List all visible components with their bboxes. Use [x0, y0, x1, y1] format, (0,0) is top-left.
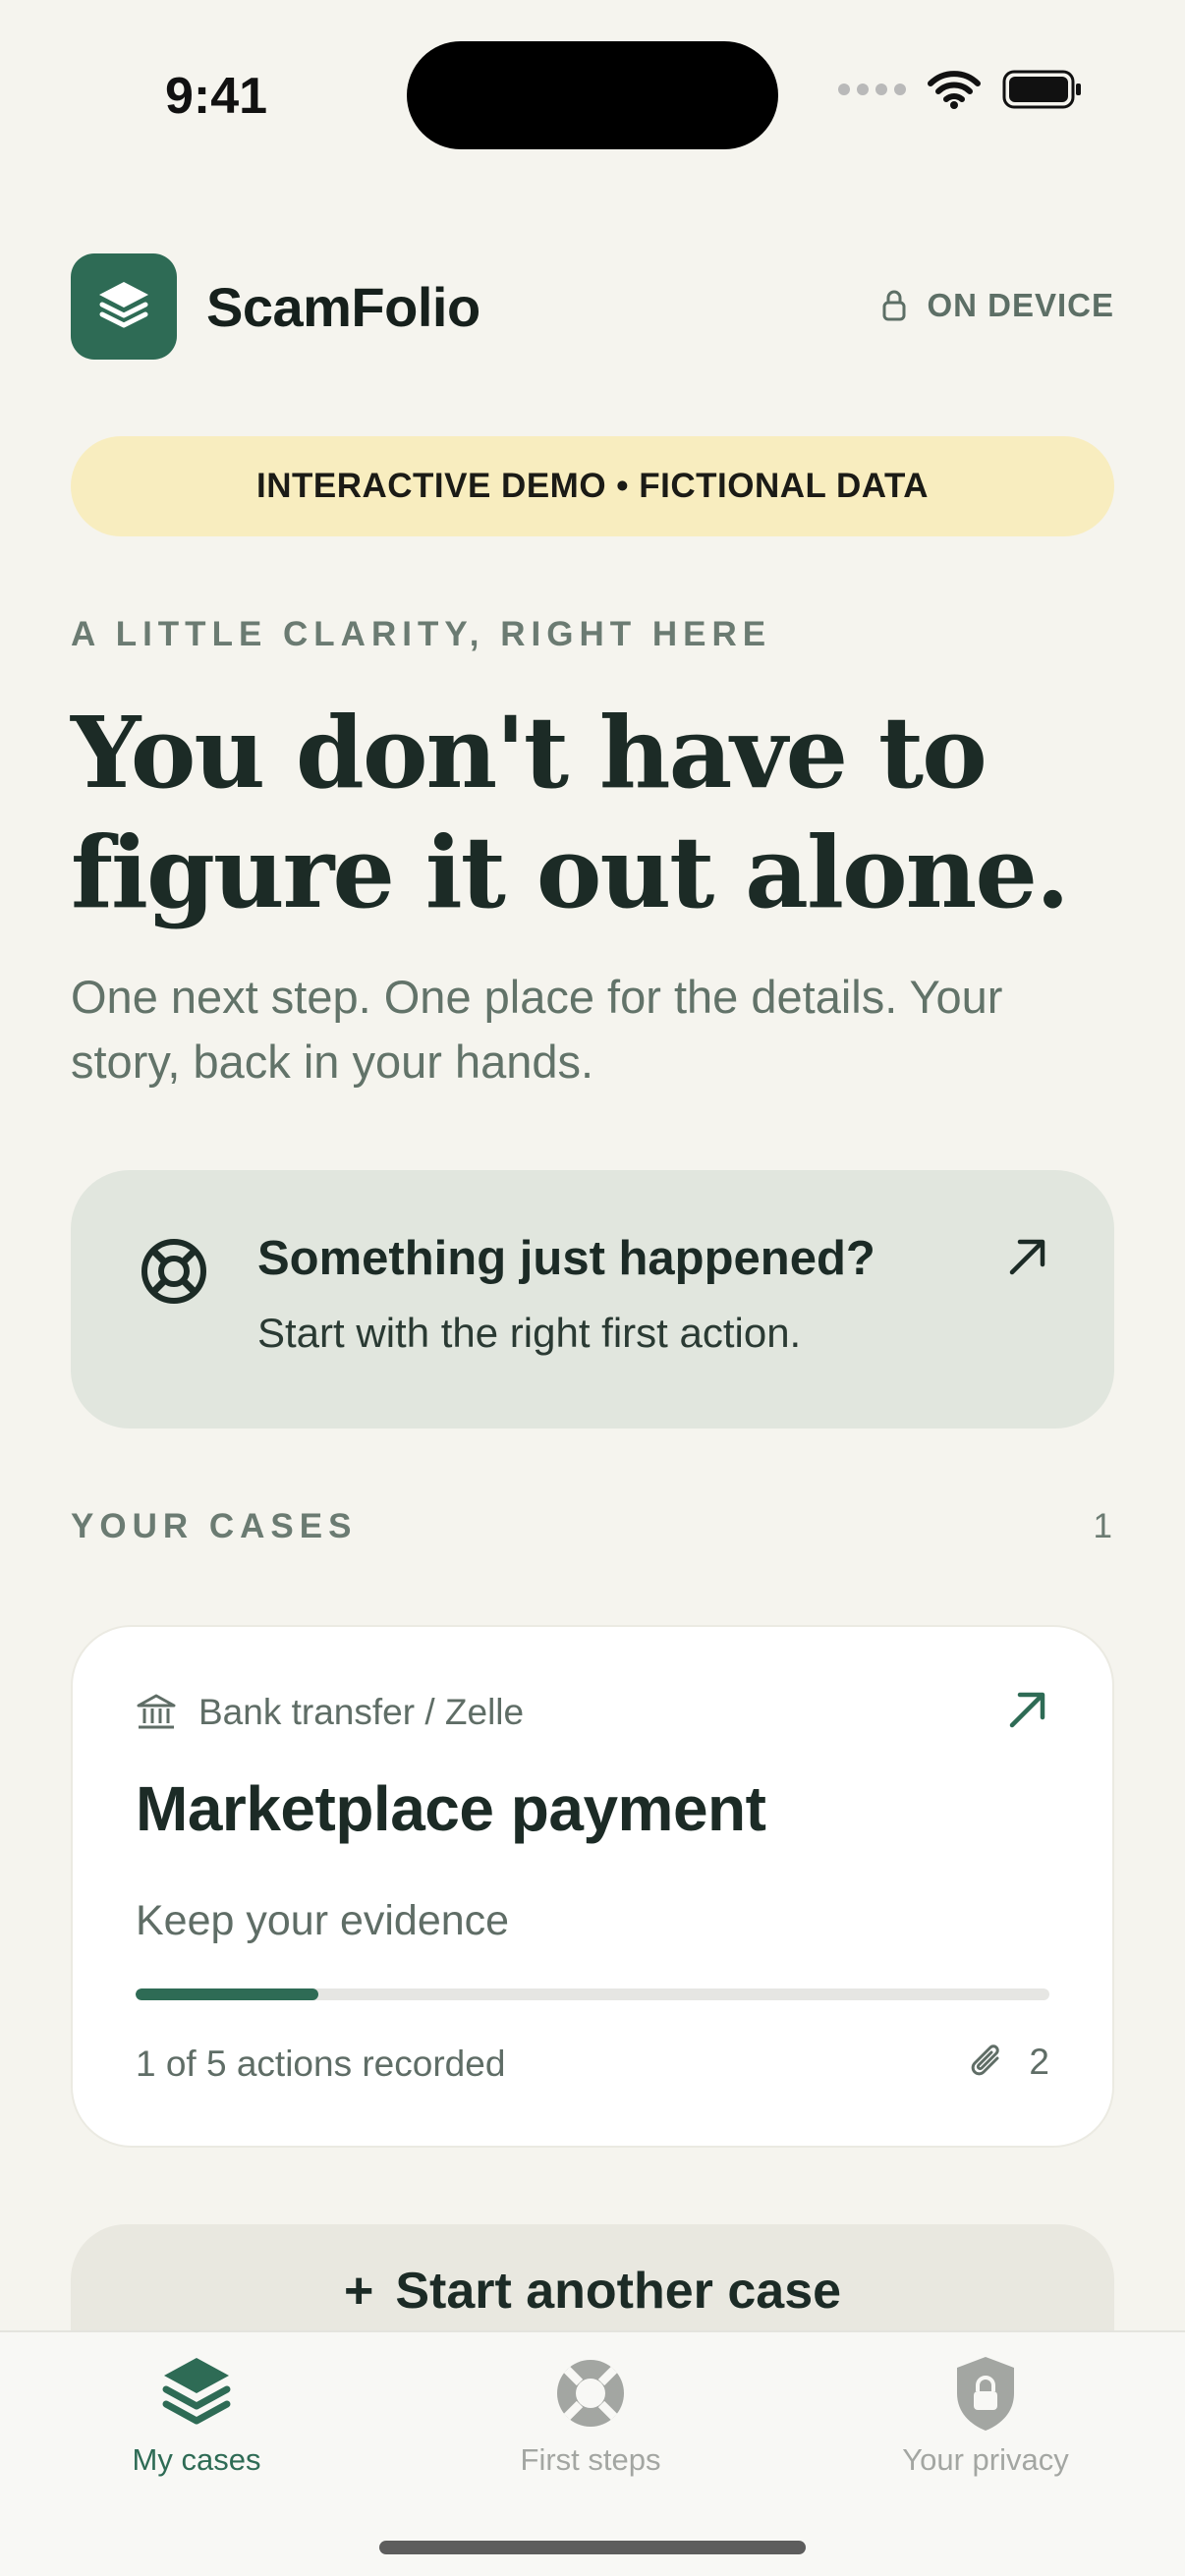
lock-icon — [882, 290, 906, 321]
home-indicator — [379, 2541, 806, 2554]
app-name: ScamFolio — [206, 276, 480, 338]
battery-icon — [1002, 70, 1081, 109]
hero-eyebrow: A LITTLE CLARITY, RIGHT HERE — [71, 615, 772, 653]
something-happened-card[interactable]: Something just happened? Start with the … — [71, 1170, 1114, 1428]
case-attachments-count: 2 — [1029, 2042, 1049, 2082]
case-category: Bank transfer / Zelle — [136, 1692, 524, 1733]
on-device-indicator: ON DEVICE — [881, 287, 1114, 324]
help-card-title: Something just happened? — [257, 1232, 875, 1285]
status-indicators — [838, 69, 1083, 110]
demo-banner: INTERACTIVE DEMO • FICTIONAL DATA — [71, 436, 1114, 536]
case-title: Marketplace payment — [136, 1773, 766, 1844]
bank-icon — [137, 1694, 176, 1729]
layers-icon — [162, 2358, 231, 2425]
arrow-up-right-icon — [1009, 1239, 1045, 1275]
hero-subtitle: One next step. One place for the details… — [71, 971, 1003, 1088]
arrow-up-right-icon — [1009, 1692, 1045, 1728]
case-progress-fill — [136, 1988, 318, 2000]
hero-title: You don't have to figure it out alone. — [71, 695, 1070, 930]
tab-first-steps[interactable]: First steps — [443, 2354, 738, 2478]
tab-my-cases-label: My cases — [132, 2442, 261, 2477]
dynamic-island — [407, 41, 778, 149]
app-logo — [71, 253, 177, 360]
cases-section-label: YOUR CASES — [71, 1507, 358, 1545]
lifebuoy-icon — [557, 2360, 624, 2427]
wifi-icon — [928, 71, 981, 109]
cellular-signal-icon — [838, 84, 906, 95]
case-attachments: 2 — [968, 2042, 1049, 2083]
app-screen: 9:41 ScamFolio ON DEVICE INTERACTIVE DEM… — [0, 0, 1185, 2576]
case-status: Keep your evidence — [136, 1897, 510, 1944]
layers-icon — [99, 282, 148, 328]
tab-your-privacy[interactable]: Your privacy — [838, 2354, 1133, 2478]
tab-first-steps-label: First steps — [520, 2442, 661, 2477]
tab-your-privacy-label: Your privacy — [902, 2442, 1069, 2477]
paperclip-icon — [972, 2044, 1000, 2076]
case-progress-bar — [136, 1988, 1049, 2000]
on-device-label: ON DEVICE — [927, 287, 1114, 323]
case-category-label: Bank transfer / Zelle — [198, 1692, 525, 1732]
shield-lock-icon — [957, 2357, 1014, 2431]
status-time: 9:41 — [165, 68, 268, 125]
cases-count: 1 — [1093, 1507, 1112, 1545]
case-actions-count: 1 of 5 actions recorded — [136, 2044, 506, 2084]
case-card[interactable]: Bank transfer / Zelle Marketplace paymen… — [71, 1625, 1114, 2148]
tab-my-cases[interactable]: My cases — [49, 2354, 344, 2478]
help-card-subtitle: Start with the right first action. — [257, 1310, 802, 1356]
tab-bar: My cases First steps Your privacy — [0, 2330, 1185, 2576]
lifebuoy-icon — [141, 1239, 206, 1304]
